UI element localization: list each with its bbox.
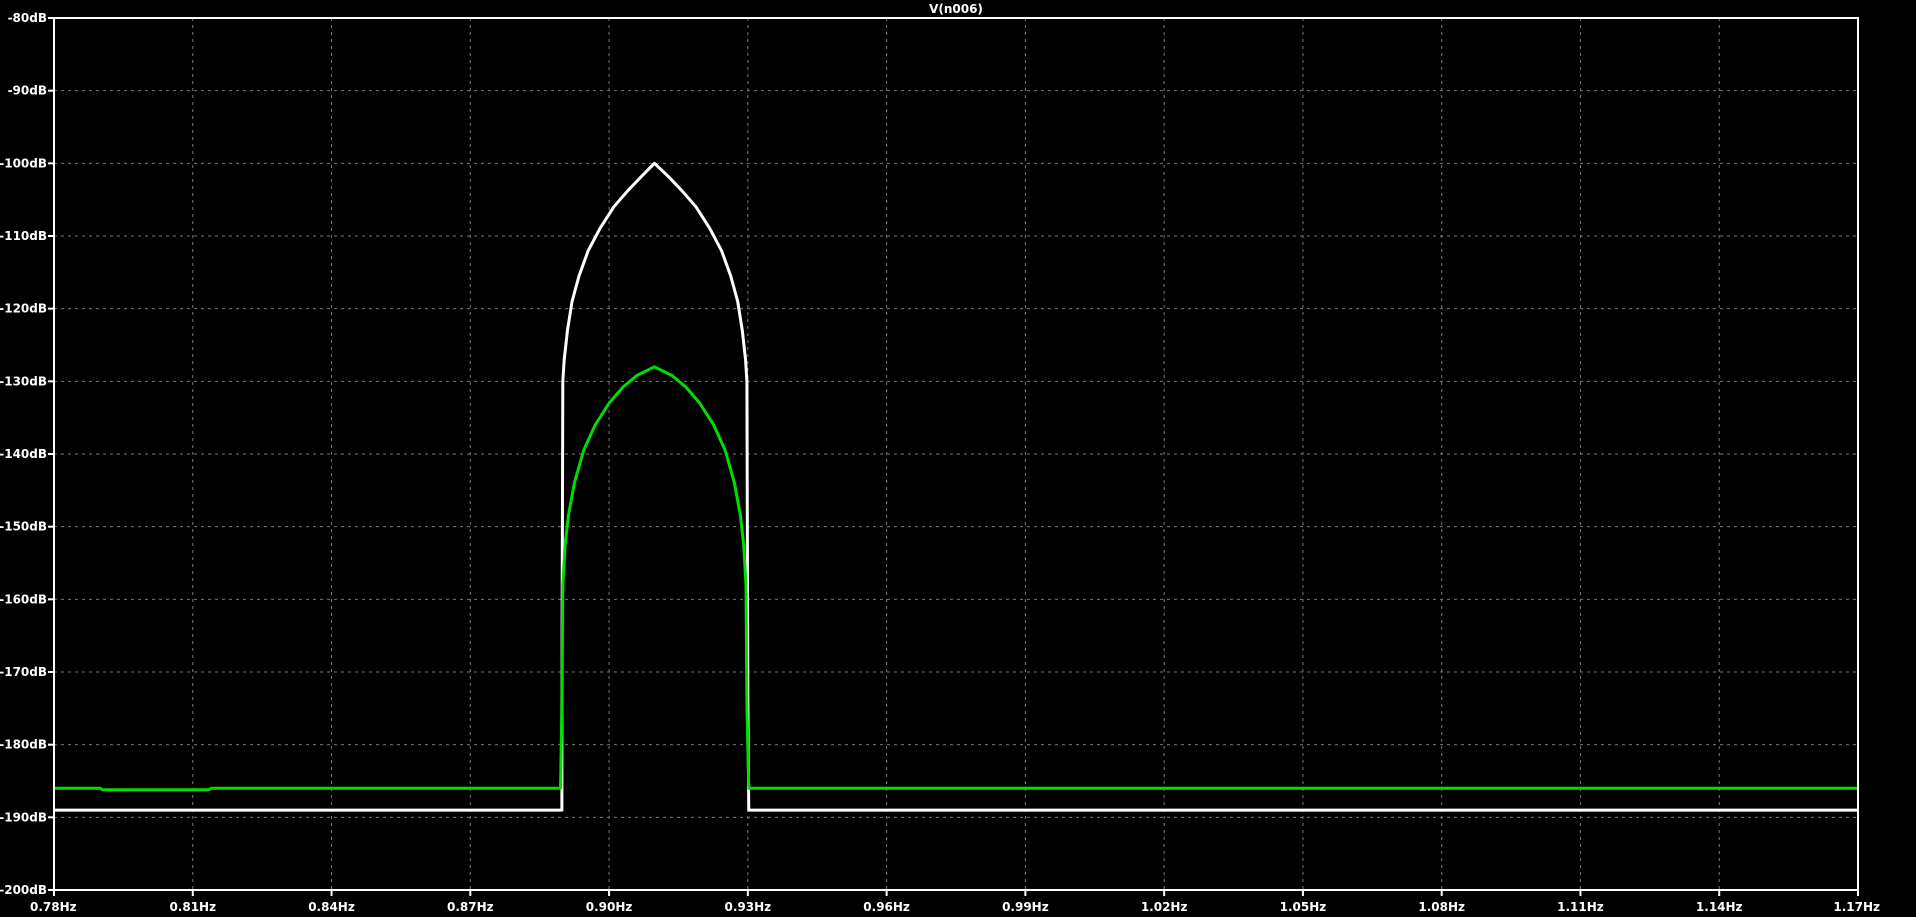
y-tick-label: -120dB (0, 302, 47, 316)
y-tick-label: -200dB (0, 883, 47, 897)
x-tick-label: 0.78Hz (30, 900, 77, 914)
chart-title: V(n006) (929, 2, 983, 16)
y-tick-label: -150dB (0, 520, 47, 534)
y-tick-label: -110dB (0, 229, 47, 243)
x-tick-label: 0.87Hz (447, 900, 494, 914)
x-tick-label: 1.02Hz (1141, 900, 1188, 914)
y-tick-label: -180dB (0, 738, 47, 752)
x-tick-label: 1.14Hz (1696, 900, 1743, 914)
y-tick-label: -100dB (0, 156, 47, 170)
y-tick-label: -130dB (0, 374, 47, 388)
x-tick-label: 0.99Hz (1002, 900, 1049, 914)
x-tick-label: 1.08Hz (1418, 900, 1465, 914)
y-tick-label: -80dB (8, 11, 47, 25)
x-tick-label: 1.05Hz (1280, 900, 1327, 914)
x-tick-label: 0.84Hz (308, 900, 355, 914)
x-tick-label: 0.96Hz (863, 900, 910, 914)
y-tick-label: -160dB (0, 592, 47, 606)
plot-area: -80dB -90dB -100dB -110dB -120dB -130dB -140dB… (0, 0, 1916, 917)
x-tick-label: 0.90Hz (586, 900, 633, 914)
y-tick-label: -190dB (0, 810, 47, 824)
x-tick-label: 0.81Hz (169, 900, 216, 914)
y-tick-label: -170dB (0, 665, 47, 679)
x-tick-label: 1.11Hz (1557, 900, 1604, 914)
x-tick-label: 0.93Hz (725, 900, 772, 914)
x-tick-label: 1.17Hz (1833, 900, 1880, 914)
y-tick-label: -140dB (0, 447, 47, 461)
plot-background (0, 0, 1916, 917)
y-tick-label: -90dB (8, 84, 47, 98)
